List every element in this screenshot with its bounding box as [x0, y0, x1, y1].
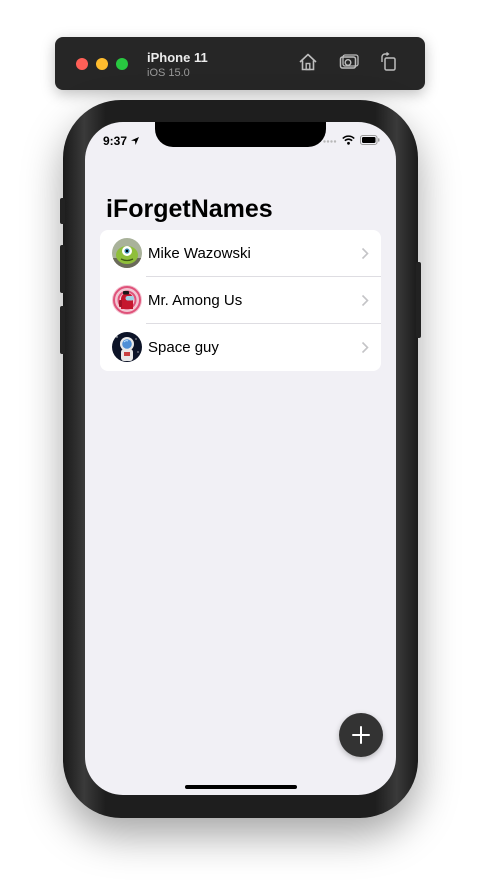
volume-up-button [60, 245, 65, 293]
person-name: Space guy [148, 339, 219, 356]
device-name: iPhone 11 [147, 50, 208, 65]
minimize-window-button[interactable] [96, 58, 108, 70]
volume-down-button [60, 306, 65, 354]
os-version: iOS 15.0 [147, 67, 190, 79]
mute-switch [60, 198, 65, 224]
zoom-window-button[interactable] [116, 58, 128, 70]
home-indicator[interactable] [185, 785, 297, 789]
cellular-signal-icon [323, 140, 337, 143]
list-item[interactable]: Mike Wazowski [100, 230, 381, 277]
crewmate-avatar [112, 285, 142, 315]
people-list: Mike Wazowski Mr. Among Us Space guy [100, 230, 381, 371]
battery-icon [360, 135, 380, 145]
phone-screen: 9:37 iForgetNames Mike Wazowski Mr. Amon… [85, 122, 396, 795]
close-window-button[interactable] [76, 58, 88, 70]
chevron-right-icon [361, 247, 369, 260]
list-item[interactable]: Mr. Among Us [100, 277, 381, 324]
screenshot-button[interactable] [338, 51, 360, 73]
home-icon [299, 53, 317, 71]
location-arrow-icon [131, 137, 140, 145]
list-item[interactable]: Space guy [100, 324, 381, 371]
chevron-right-icon [361, 294, 369, 307]
power-button [416, 262, 421, 338]
green-creature-avatar [112, 238, 142, 268]
notch [155, 122, 326, 147]
add-person-button[interactable] [339, 713, 383, 757]
chevron-right-icon [361, 341, 369, 354]
wifi-icon [342, 135, 355, 145]
rotate-icon [381, 51, 396, 71]
rotate-button[interactable] [378, 51, 400, 73]
simulator-toolbar: iPhone 11 iOS 15.0 [55, 37, 425, 90]
astronaut-avatar [112, 332, 142, 362]
home-button[interactable] [297, 51, 319, 73]
person-name: Mr. Among Us [148, 292, 243, 309]
status-time: 9:37 [103, 134, 140, 148]
screenshot-icon [339, 54, 359, 69]
person-name: Mike Wazowski [148, 245, 251, 262]
status-icons [323, 135, 380, 145]
page-title: iForgetNames [106, 195, 273, 223]
plus-icon [352, 726, 370, 744]
